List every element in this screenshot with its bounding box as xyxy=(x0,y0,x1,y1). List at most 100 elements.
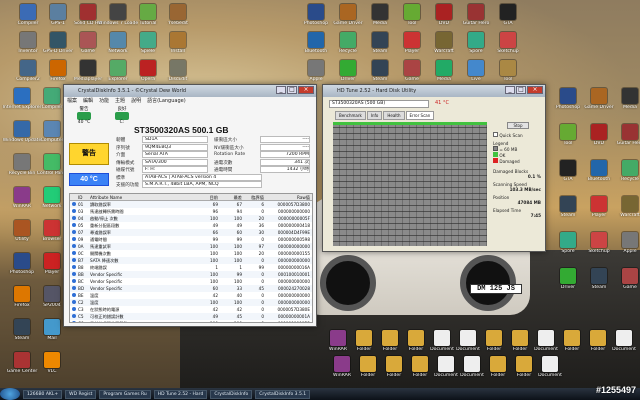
stop-button[interactable]: Stop xyxy=(507,122,529,129)
app-icon xyxy=(372,60,388,76)
status-dot-cell xyxy=(70,257,78,264)
table-cell: 69 xyxy=(212,202,218,207)
table-row[interactable]: 09 通電時間 99 99 0 000000000598 xyxy=(70,236,312,243)
table-row[interactable]: 01 讀取錯誤率 69 67 6 0000057D3800 xyxy=(70,201,312,208)
maximize-icon[interactable]: □ xyxy=(287,86,297,94)
column-header[interactable] xyxy=(70,194,78,200)
drive-button[interactable]: 良好 C: xyxy=(105,106,139,125)
app-icon xyxy=(591,232,607,248)
table-row[interactable]: BE 溫度 42 40 0 000000000000 xyxy=(70,292,312,299)
desktop-icon[interactable]: VLC xyxy=(32,352,72,388)
desktop-icon-label: Media xyxy=(623,105,637,110)
table-cell: Vendor Specific xyxy=(90,272,123,277)
tab-error-scan[interactable]: Error Scan xyxy=(405,111,435,120)
tab-info[interactable]: Info xyxy=(366,111,383,120)
window-title: CrystalDiskInfo 3.5.1 - ©Crystal Dew Wor… xyxy=(78,88,187,94)
close-icon[interactable]: × xyxy=(298,86,314,94)
table-cell: 馬達啟轉所需時間 xyxy=(90,209,124,214)
column-header[interactable]: ID xyxy=(78,194,90,200)
status-dot-icon xyxy=(72,258,76,262)
crystaldiskinfo-window[interactable]: CrystalDiskInfo 3.5.1 - ©Crystal Dew Wor… xyxy=(63,84,317,327)
field-label: 傳輸模式 xyxy=(116,160,135,166)
field-label: 通電時間 xyxy=(214,168,233,173)
minimize-icon[interactable]: _ xyxy=(276,86,286,94)
hdtune-tabs[interactable]: Benchmark Info Health Error Scan xyxy=(335,111,435,120)
table-row[interactable]: 0A 馬達重試率 100 100 97 000000000000 xyxy=(70,243,312,250)
drive-button[interactable]: 警告 40 °C xyxy=(67,106,101,125)
menu-bar[interactable]: 檔案 編輯 功能 主題 說明 語言(Language) xyxy=(64,97,316,105)
app-icon xyxy=(20,32,36,48)
table-cell: 100 xyxy=(234,279,242,284)
table-cell: 讀取錯誤率 xyxy=(90,202,111,207)
table-cell: 42 xyxy=(212,307,218,312)
menu-item[interactable]: 語言(Language) xyxy=(147,97,186,105)
table-cell: 通電時間 xyxy=(90,237,107,242)
taskbar-item[interactable]: WD Regist xyxy=(65,389,97,399)
status-dot-icon xyxy=(72,307,76,311)
table-row[interactable]: B8 終端錯誤 1 1 99 00000000016A xyxy=(70,264,312,271)
desktop-icon[interactable]: Guitar Hero xyxy=(610,124,640,160)
app-icon xyxy=(436,32,452,48)
column-header[interactable]: 臨界值 xyxy=(242,194,264,200)
quick-scan-checkbox[interactable] xyxy=(493,132,498,137)
app-icon xyxy=(500,4,516,20)
table-row[interactable]: 04 啟動/停止 次數 100 100 20 00000000005F xyxy=(70,215,312,222)
table-row[interactable]: 07 尋道錯誤率 66 60 30 000004D4F99E xyxy=(70,229,312,236)
desktop-icon-label: Ysebedit xyxy=(168,21,188,26)
table-row[interactable]: C5 可校正的錯誤計數 49 45 0 00000000001A xyxy=(70,313,312,320)
table-row[interactable]: 0C 開關機次數 100 100 20 000000000155 xyxy=(70,250,312,257)
menu-item[interactable]: 編輯 xyxy=(83,97,93,105)
tab-benchmark[interactable]: Benchmark xyxy=(335,111,366,120)
table-cell: 60 xyxy=(236,230,242,235)
field-label: 標準 xyxy=(116,175,126,181)
table-row[interactable]: 05 重新分配區段數 49 49 36 000000000418 xyxy=(70,222,312,229)
taskbar-item[interactable]: CrystalDiskInfo 3.5.1 xyxy=(255,389,311,399)
column-header[interactable]: 最差 xyxy=(218,194,242,200)
taskbar[interactable]: 1266B0 AKL+ WD Regist Program Games Ru HD T… xyxy=(0,388,640,400)
table-row[interactable]: C3 在狀態時的電源 42 42 0 0000057D380E xyxy=(70,306,312,313)
app-icon xyxy=(372,32,388,48)
field-value: ---- xyxy=(260,136,310,143)
menu-item[interactable]: 主題 xyxy=(115,97,125,105)
desktop-icon[interactable]: Apple xyxy=(610,232,640,268)
maximize-icon[interactable]: □ xyxy=(516,86,526,94)
drive-select[interactable]: ST3500320AS (500 GB) xyxy=(329,100,429,108)
table-cell: 100 xyxy=(210,300,218,305)
menu-item[interactable]: 說明 xyxy=(131,97,141,105)
table-row[interactable]: C2 溫度 100 100 0 000000000000 xyxy=(70,299,312,306)
desktop-icon[interactable]: Warcraft xyxy=(610,196,640,232)
table-row[interactable]: BC Vendor Specific 100 100 0 000000000000 xyxy=(70,278,312,285)
app-icon xyxy=(436,4,452,20)
taskbar-item[interactable]: 1266B0 AKL+ xyxy=(23,389,63,399)
table-row[interactable]: B7 SATA 降速次數 100 100 0 000000000000 xyxy=(70,257,312,264)
column-header[interactable]: 目前 xyxy=(194,194,218,200)
column-header[interactable]: Raw值 xyxy=(264,194,312,200)
menu-item[interactable]: 檔案 xyxy=(67,97,77,105)
minimize-icon[interactable]: _ xyxy=(505,86,515,94)
desktop-icon[interactable]: Document xyxy=(604,330,640,366)
close-icon[interactable]: × xyxy=(527,86,543,94)
field-value: 1432 小時 xyxy=(260,166,310,173)
table-row[interactable]: 03 馬達啟轉所需時間 96 94 0 000000000000 xyxy=(70,208,312,215)
table-cell: 000000000000 xyxy=(278,279,310,284)
app-icon xyxy=(110,60,126,76)
desktop-icon[interactable]: Game xyxy=(610,268,640,304)
tab-health[interactable]: Health xyxy=(383,111,405,120)
taskbar-item[interactable]: HD Tune 2.52 - Hard xyxy=(153,389,208,399)
table-row[interactable]: C6目前待處理的區段數10010000000000000B2 xyxy=(70,320,312,322)
desktop-icon[interactable]: Recycle xyxy=(610,160,640,196)
table-row[interactable]: BB Vendor Specific 100 99 0 000100010001 xyxy=(70,271,312,278)
table-cell: 終端錯誤 xyxy=(90,265,107,270)
desktop-icon[interactable]: Document xyxy=(530,356,570,392)
desktop-icon[interactable]: Media xyxy=(610,88,640,124)
table-row[interactable]: BD Vendor Specific 60 33 45 000024270028 xyxy=(70,285,312,292)
taskbar-item[interactable]: Program Games Ru xyxy=(99,389,151,399)
start-button[interactable] xyxy=(0,388,20,400)
smart-table[interactable]: ID Attribute Name 目前 最差 臨界值 Raw值 01 讀取錯誤率 69 67 6… xyxy=(69,193,313,323)
taskbar-item[interactable]: CrystalDiskInfo xyxy=(210,389,253,399)
status-dot-icon xyxy=(72,223,76,227)
column-header[interactable]: Attribute Name xyxy=(90,194,194,200)
menu-item[interactable]: 功能 xyxy=(99,97,109,105)
hdtune-window[interactable]: HD Tune 2.52 - Hard Disk Utility _ □ × ST3… xyxy=(322,84,546,252)
drive-bar[interactable]: 警告 40 °C 良好 C: xyxy=(64,105,316,125)
